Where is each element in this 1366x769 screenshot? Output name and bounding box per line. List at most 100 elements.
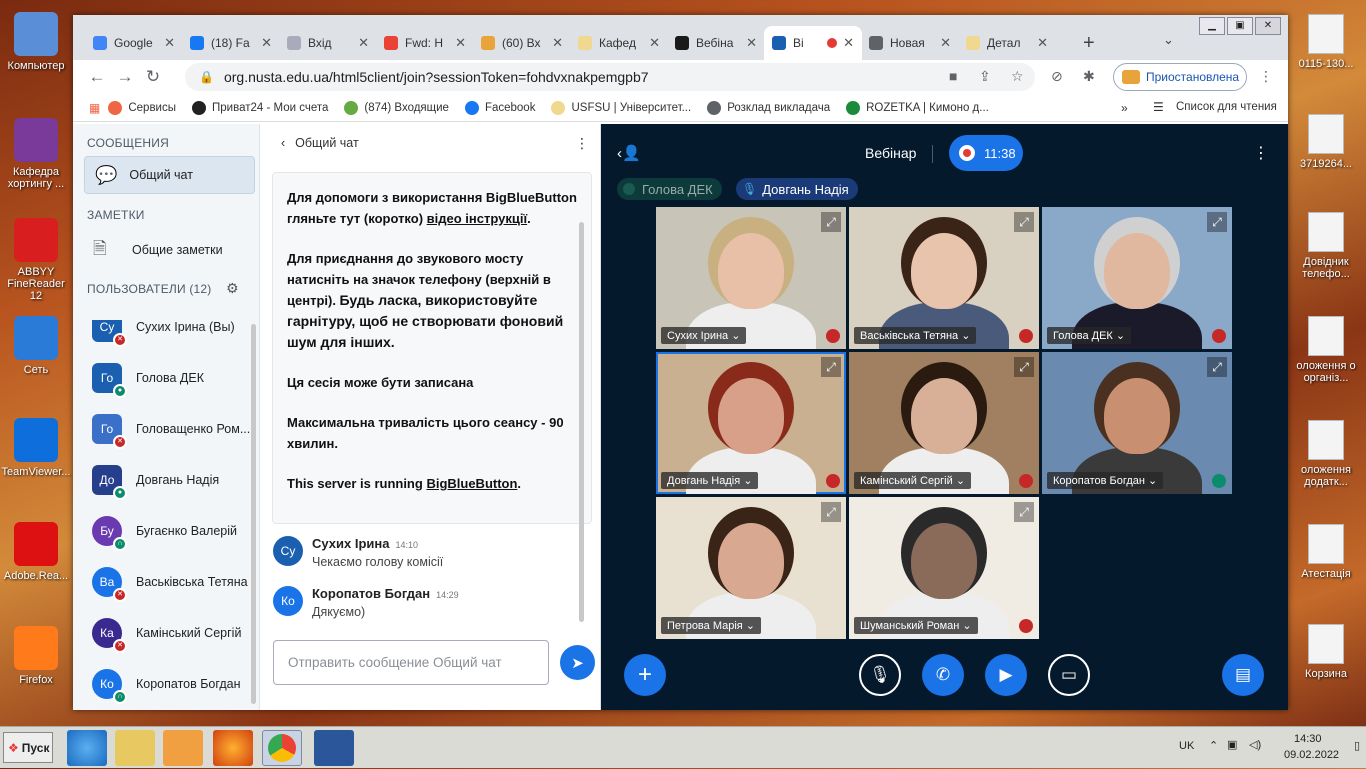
apps-icon[interactable]: ▦ [89,101,100,115]
compass-icon[interactable]: ⊘ [1051,68,1063,85]
tab-search-icon[interactable]: ⌄ [1163,32,1174,48]
word-icon[interactable] [314,730,354,766]
url-field[interactable]: 🔒 org.nusta.edu.ua/html5client/join?sess… [185,63,1035,91]
fullscreen-icon[interactable]: ⤢ [821,212,841,232]
back-icon[interactable]: ← [83,67,111,87]
user-item[interactable]: Го ● Голова ДЕК [73,353,259,403]
user-list-scrollbar[interactable] [251,324,256,704]
user-list-toggle-icon[interactable]: ‹👤 [617,144,641,162]
video-tile[interactable]: ⤢ Сухих Ірина ⌄ [656,207,846,349]
new-tab-button[interactable]: + [1083,32,1095,55]
video-tile[interactable]: ⤢ Голова ДЕК ⌄ [1042,207,1232,349]
bookmark[interactable]: Facebook [464,100,535,115]
browser-tab[interactable]: Google ✕ [85,26,183,60]
notifications-icon[interactable]: ▯ [1354,739,1360,752]
reload-icon[interactable]: ↻ [139,67,167,87]
fullscreen-icon[interactable]: ⤢ [1014,502,1034,522]
fullscreen-icon[interactable]: ⤢ [1207,212,1227,232]
desktop-icon[interactable]: оложення о організ... [1288,316,1364,384]
video-tile-name[interactable]: Коропатов Богдан ⌄ [1047,472,1164,489]
fullscreen-icon[interactable]: ⤢ [1207,357,1227,377]
video-tile-name[interactable]: Петрова Марія ⌄ [661,617,762,634]
chrome-taskbar-icon[interactable] [262,730,302,766]
close-tab-icon[interactable]: ✕ [649,35,660,51]
desktop-icon[interactable]: Довідник телефо... [1288,212,1364,280]
close-tab-icon[interactable]: ✕ [261,35,272,51]
clock-time[interactable]: 14:30 [1294,733,1322,745]
language-indicator[interactable]: UK [1179,740,1194,752]
bookmark[interactable]: ROZETKA | Кимоно д... [846,100,989,115]
browser-tab[interactable]: Вебіна ✕ [667,26,765,60]
browser-tab[interactable]: (18) Fa ✕ [182,26,280,60]
tray-chevron-icon[interactable]: ⌃ [1209,739,1218,752]
desktop-icon[interactable]: Корзина [1288,624,1364,680]
bookmark[interactable]: Сервисы [108,100,176,115]
close-window-button[interactable]: ✕ [1255,17,1281,35]
chevron-left-icon[interactable]: ‹ [281,136,285,150]
user-item[interactable]: Го ✕ Головащенко Ром... [73,404,259,454]
profile-button[interactable]: Приостановлена [1113,63,1247,91]
browser-tab[interactable]: Новая ✕ [861,26,959,60]
ie-icon[interactable] [67,730,107,766]
browser-tab[interactable]: Вхід ✕ [279,26,377,60]
reading-list-icon[interactable]: ☰ [1153,100,1164,114]
start-button[interactable]: ❖ Пуск [3,732,53,763]
video-tile[interactable]: ⤢ Довгань Надія ⌄ [656,352,846,494]
video-tile-name[interactable]: Сухих Ірина ⌄ [661,327,747,344]
video-tile-name[interactable]: Довгань Надія ⌄ [661,472,759,489]
camera-icon[interactable]: ■ [949,68,957,84]
shared-notes-item[interactable]: 🗎 Общие заметки [73,230,259,270]
video-tile-name[interactable]: Васьківська Тетяна ⌄ [854,327,977,344]
browser-tab[interactable]: Fwd: H ✕ [376,26,474,60]
clock-date[interactable]: 09.02.2022 [1284,749,1339,761]
fullscreen-icon[interactable]: ⤢ [821,357,841,377]
presentation-button[interactable]: ▤ [1222,654,1264,696]
video-tile-name[interactable]: Шуманський Роман ⌄ [854,617,978,634]
video-tile[interactable]: ⤢ Васьківська Тетяна ⌄ [849,207,1039,349]
video-button[interactable]: ▶ [985,654,1027,696]
bookmark[interactable]: Розклад викладача [707,100,830,115]
desktop-icon[interactable]: 0115-130... [1288,14,1364,70]
fullscreen-icon[interactable]: ⤢ [1014,212,1034,232]
user-item[interactable]: До ● Довгань Надія [73,455,259,505]
bookmark[interactable]: Приват24 - Мои счета [192,100,328,115]
user-item[interactable]: Ва ✕ Васьківська Тетяна [73,557,259,607]
user-item[interactable]: Ко ∩ Коропатов Богдан [73,659,259,709]
gear-icon[interactable]: ⚙ [226,280,239,297]
close-tab-icon[interactable]: ✕ [746,35,757,51]
explorer-icon[interactable] [115,730,155,766]
chat-scrollbar[interactable] [579,222,584,622]
screenshare-button[interactable]: ▭ [1048,654,1090,696]
talker-indicator-1[interactable]: Голова ДЕК [617,178,722,200]
options-icon[interactable]: ⋮ [1253,143,1269,163]
bookmark[interactable]: USFSU | Університет... [551,100,691,115]
user-item[interactable]: Ка ✕ Камінський Сергій [73,608,259,658]
video-tile[interactable]: ⤢ Коропатов Богдан ⌄ [1042,352,1232,494]
mute-button[interactable]: 🎙 [859,654,901,696]
close-tab-icon[interactable]: ✕ [164,35,175,51]
chat-message-input[interactable]: Отправить сообщение Общий чат [273,640,549,685]
video-instructions-link[interactable]: відео інструкції [427,211,527,226]
video-tile[interactable]: ⤢ Камінський Сергій ⌄ [849,352,1039,494]
desktop-icon[interactable]: Сеть [0,316,72,376]
chat-options-icon[interactable]: ⋮ [575,135,589,152]
video-tile-name[interactable]: Камінський Сергій ⌄ [854,472,972,489]
more-bookmarks-icon[interactable]: » [1121,101,1128,115]
public-chat-item[interactable]: 💬 Общий чат [84,156,255,194]
browser-tab[interactable]: Детал ✕ [958,26,1056,60]
video-tile[interactable]: ⤢ Шуманський Роман ⌄ [849,497,1039,639]
leave-audio-button[interactable]: ✆ [922,654,964,696]
browser-tab[interactable]: (60) Вх ✕ [473,26,571,60]
bookmark[interactable]: (874) Входящие [344,100,449,115]
reading-list-label[interactable]: Список для чтения [1176,101,1277,113]
desktop-icon[interactable]: TeamViewer... [0,418,72,478]
video-tile[interactable]: ⤢ Петрова Марія ⌄ [656,497,846,639]
network-tray-icon[interactable]: ▣ [1227,738,1237,751]
desktop-icon[interactable]: оложення додатк... [1288,420,1364,488]
close-tab-icon[interactable]: ✕ [552,35,563,51]
fullscreen-icon[interactable]: ⤢ [1014,357,1034,377]
minimize-button[interactable]: ▁ [1199,17,1225,35]
forward-icon[interactable]: → [111,67,139,87]
desktop-icon[interactable]: Firefox [0,626,72,686]
user-item[interactable]: Бу ∩ Бугаєнко Валерій [73,506,259,556]
